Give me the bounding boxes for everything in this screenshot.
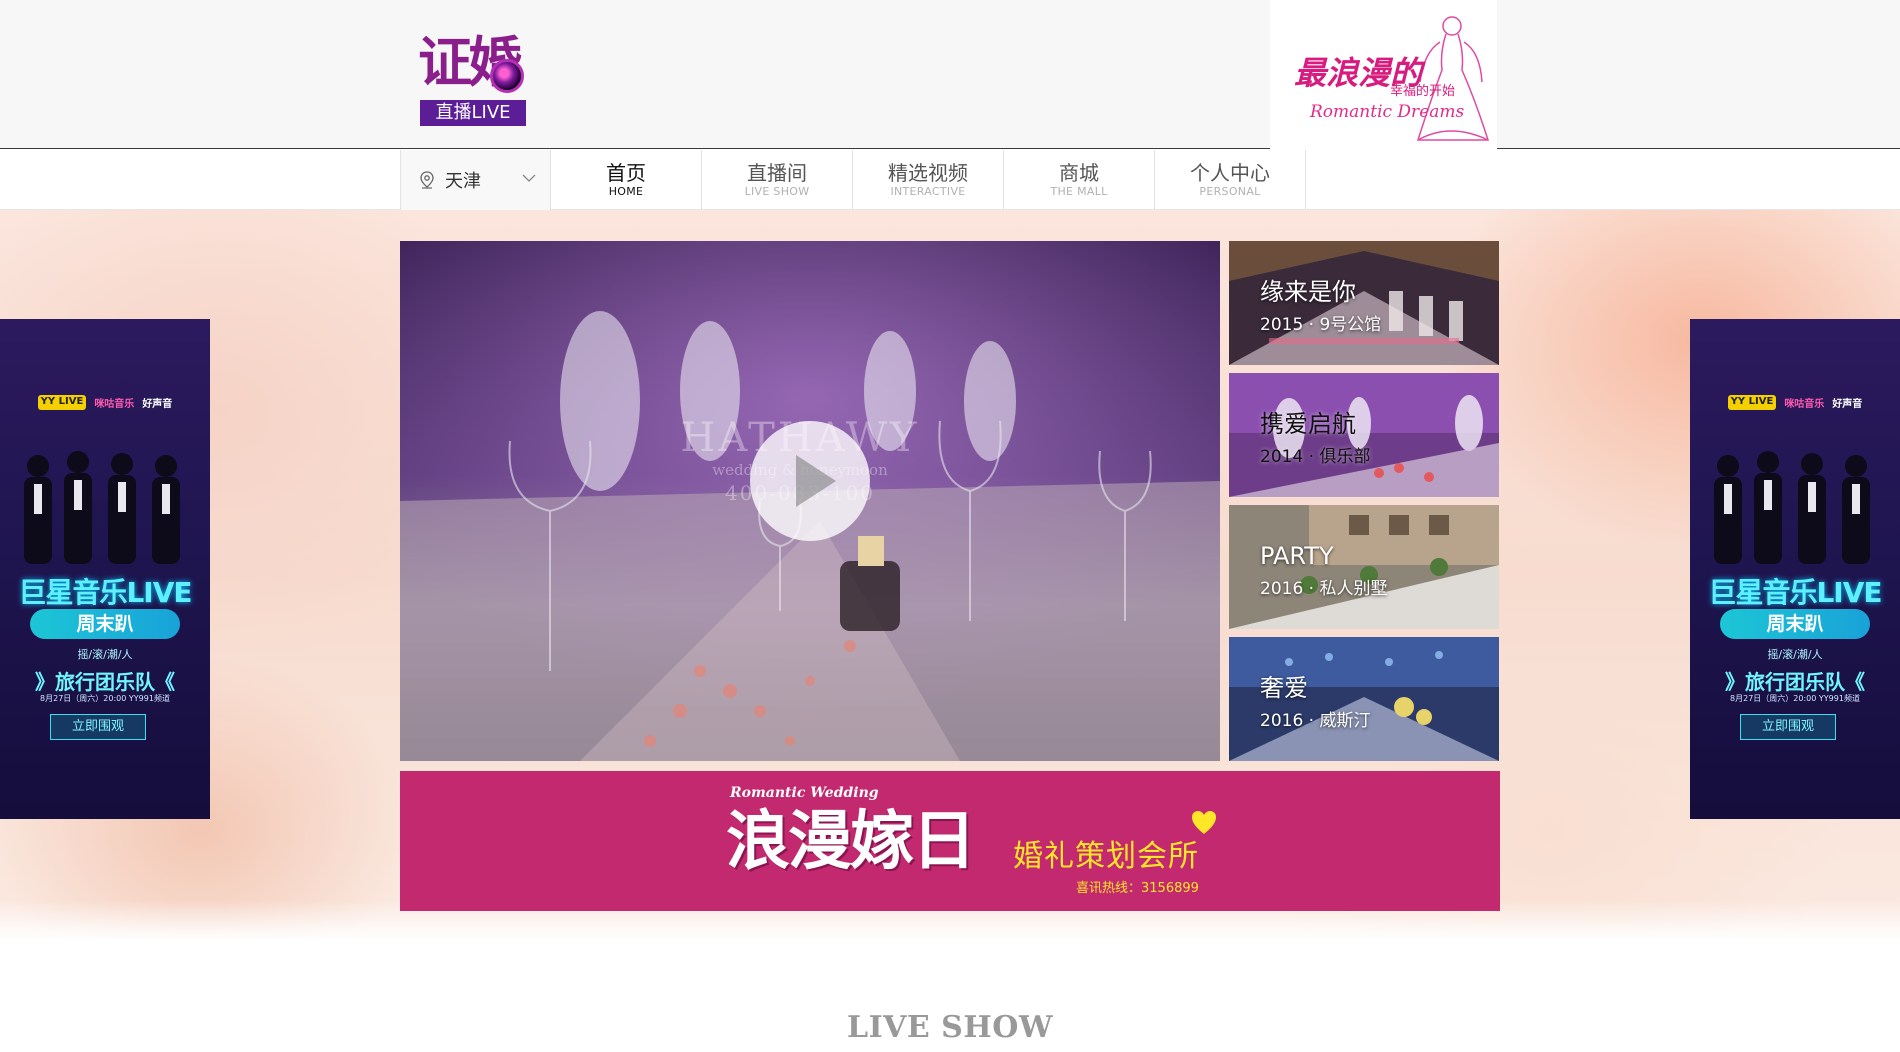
partner-logos: YY LIVE 咪咕音乐 好声音 xyxy=(1690,395,1900,410)
banner-subtitle: 周末趴 xyxy=(30,609,180,639)
thumbnail-title: 奢爱 xyxy=(1260,674,1308,702)
partner-logo: YY LIVE xyxy=(1727,395,1777,410)
chevron-down-icon xyxy=(522,174,536,182)
video-thumbnail[interactable]: 缘来是你 2015 · 9号公馆 xyxy=(1229,241,1499,365)
nav-item-sublabel: THE MALL xyxy=(1050,185,1108,198)
site-logo[interactable]: 证婚 直播LIVE xyxy=(418,33,528,127)
logo-badge: 直播LIVE xyxy=(420,100,526,126)
location-pin-icon xyxy=(420,171,434,189)
watch-now-button[interactable]: 立即围观 xyxy=(50,714,146,740)
nav-menu: 首页 HOME 直播间 LIVE SHOW 精选视频 INTERACTIVE 商… xyxy=(551,150,1306,210)
romantic-english: Romantic Dreams xyxy=(1310,102,1465,122)
nav-item-personal[interactable]: 个人中心 PERSONAL xyxy=(1155,150,1306,210)
banner-tagline: 摇/滚/潮/人 xyxy=(1767,648,1823,661)
nav-item-label: 直播间 xyxy=(747,161,807,185)
section-title: LIVE SHOW xyxy=(846,1010,1054,1045)
romantic-subtitle: 幸福的开始 xyxy=(1390,84,1456,99)
partner-logo: 咪咕音乐 xyxy=(1784,399,1825,410)
nav-item-label: 精选视频 xyxy=(888,161,968,185)
heart-icon xyxy=(1192,811,1216,834)
banner-date: 8月27日（周六）20:00 YY991频道 xyxy=(1730,694,1860,703)
play-icon[interactable] xyxy=(750,421,870,541)
nav-item-mall[interactable]: 商城 THE MALL xyxy=(1004,150,1155,210)
banner-title: 巨星音乐LIVE xyxy=(1708,576,1882,609)
ad-club-name: 婚礼策划会所 xyxy=(1013,839,1199,874)
banner-band-name: 》旅行团乐队《 xyxy=(35,670,175,694)
thumbnail-title: 缘来是你 xyxy=(1260,278,1356,306)
thumbnail-subtitle: 2015 · 9号公馆 xyxy=(1260,315,1382,335)
thumbnail-subtitle: 2016 · 威斯汀 xyxy=(1260,711,1371,731)
banner-subtitle: 周末趴 xyxy=(1720,609,1870,639)
nav-item-label: 个人中心 xyxy=(1190,161,1270,185)
page: 证婚 直播LIVE 最浪漫的 幸福的开始 Romantic Dreams 天津 … xyxy=(0,0,1900,1052)
site-header: 证婚 直播LIVE 最浪漫的 幸福的开始 Romantic Dreams xyxy=(0,0,1900,149)
banner-date: 8月27日（周六）20:00 YY991频道 xyxy=(40,694,170,703)
video-thumbnail[interactable]: 携爱启航 2014 · 俱乐部 xyxy=(1229,373,1499,497)
partner-logo: 好声音 xyxy=(1832,399,1863,410)
nav-item-sublabel: LIVE SHOW xyxy=(744,185,810,198)
romantic-dreams-banner: 最浪漫的 幸福的开始 Romantic Dreams xyxy=(1270,0,1497,149)
video-thumbnail[interactable]: PARTY 2016 · 私人别墅 xyxy=(1229,505,1499,629)
nav-item-sublabel: HOME xyxy=(608,185,644,198)
band-photo xyxy=(24,451,180,564)
bride-silhouette-icon xyxy=(1416,16,1490,141)
nav-item-label: 首页 xyxy=(606,161,646,185)
nav-item-sublabel: INTERACTIVE xyxy=(890,185,966,198)
side-banner-right[interactable]: YY LIVE 咪咕音乐 好声音 巨星音乐LIVE 周末趴 摇/滚/潮/人 》旅… xyxy=(1690,319,1900,819)
camera-lens-icon xyxy=(490,59,524,93)
partner-logo: 好声音 xyxy=(142,399,173,410)
city-selector[interactable]: 天津 xyxy=(400,150,551,210)
side-banner-left[interactable]: YY LIVE 咪咕音乐 好声音 巨星音乐LIVE 周末趴 摇/滚/潮/人 》旅… xyxy=(0,319,210,819)
ad-main-title: 浪漫嫁日 xyxy=(726,804,976,879)
thumbnail-subtitle: 2016 · 私人别墅 xyxy=(1260,579,1388,599)
banner-band-name: 》旅行团乐队《 xyxy=(1725,670,1865,694)
watch-now-button[interactable]: 立即围观 xyxy=(1740,714,1836,740)
featured-video[interactable]: HATHAWY wedding & honeymoon 400-083-100 xyxy=(400,241,1220,761)
nav-item-sublabel: PERSONAL xyxy=(1199,185,1261,198)
partner-logo: 咪咕音乐 xyxy=(94,399,135,410)
nav-item-live-show[interactable]: 直播间 LIVE SHOW xyxy=(702,150,853,210)
partner-logo: YY LIVE xyxy=(37,395,87,410)
video-thumbnail-list: 缘来是你 2015 · 9号公馆 携爱启航 2014 · 俱乐部 PARTY 2… xyxy=(1229,241,1499,761)
ad-hotline: 喜讯热线：3156899 xyxy=(1076,881,1199,896)
video-thumbnail[interactable]: 奢爱 2016 · 威斯汀 xyxy=(1229,637,1499,761)
banner-tagline: 摇/滚/潮/人 xyxy=(77,648,133,661)
nav-item-home[interactable]: 首页 HOME xyxy=(551,150,702,210)
band-photo xyxy=(1714,451,1870,564)
thumbnail-title: 携爱启航 xyxy=(1260,410,1356,438)
partner-logos: YY LIVE 咪咕音乐 好声音 xyxy=(0,395,210,410)
banner-title: 巨星音乐LIVE xyxy=(18,576,192,609)
nav-item-label: 商城 xyxy=(1059,161,1099,185)
main-nav: 天津 首页 HOME 直播间 LIVE SHOW 精选视频 INTERACTIV… xyxy=(0,150,1900,210)
thumbnail-title: PARTY xyxy=(1260,542,1334,570)
nav-item-videos[interactable]: 精选视频 INTERACTIVE xyxy=(853,150,1004,210)
city-name: 天津 xyxy=(445,171,481,192)
wedding-club-ad[interactable]: Romantic Wedding 浪漫嫁日 婚礼策划会所 喜讯热线：315689… xyxy=(400,771,1500,911)
thumbnail-subtitle: 2014 · 俱乐部 xyxy=(1260,447,1371,467)
